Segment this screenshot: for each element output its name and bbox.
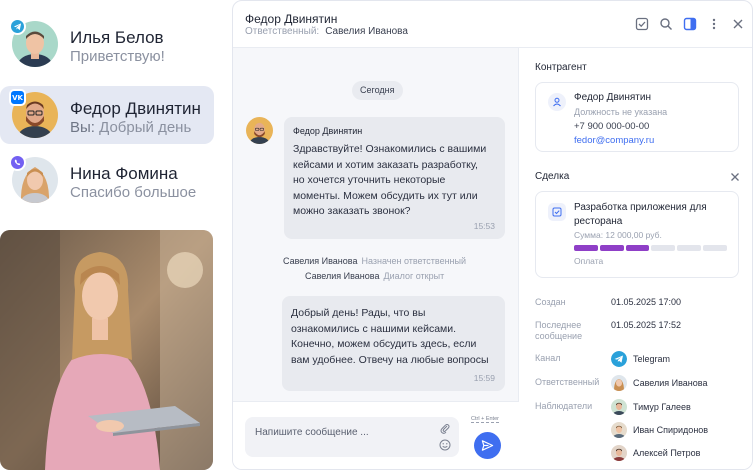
observer-name: Иван Спиридонов [633,425,709,435]
deal-info-panel: Контрагент Федор Двинятин Должность не у… [520,48,752,469]
observer-name: Алексей Петров [633,448,701,458]
outgoing-message[interactable]: Добрый день! Рады, что вы ознакомились с… [282,296,505,391]
stage-segment [625,245,650,251]
stage-segment [651,245,676,251]
header-toolbar [634,16,746,32]
viber-icon [9,154,26,171]
last-message-value: 01.05.2025 17:52 [611,320,682,330]
created-value: 01.05.2025 17:00 [611,297,682,307]
observer-name: Тимур Галеев [633,402,691,412]
last-message-preview: Приветствую! [70,48,165,65]
contractor-phone[interactable]: +7 900 000-00-00 [574,121,649,132]
contractor-card[interactable]: Федор Двинятин Должность не указана +7 9… [535,82,739,152]
send-icon [481,440,494,451]
contact-list: Илья Белов Приветствую! VK Федор Двиняти… [0,0,220,470]
deal-sum: Сумма: 12 000,00 руб. [574,230,662,240]
created-label: Создан [535,297,566,307]
channel-name: Telegram [633,354,671,364]
send-button[interactable] [474,432,501,459]
chat-title: Федор Двинятин [245,12,338,26]
last-message-label: Последнее сообщение [535,320,583,341]
message-area: Сегодня Федор Двинятин Здравствуйте! Озн… [233,48,519,469]
paperclip-icon[interactable] [439,423,451,435]
contact-item-ilya-belov[interactable]: Илья Белов Приветствую! [0,15,214,73]
avatar [611,445,627,461]
contractor-email-link[interactable]: fedor@company.ru [574,135,654,146]
preview-text: Добрый день [99,119,192,136]
event-actor: Савелия Иванова [305,271,380,281]
deal-checklist-icon [548,203,566,221]
sender-avatar [246,117,273,144]
avatar [611,375,627,391]
responsible-name[interactable]: Савелия Иванова [325,26,408,37]
responsible-label: Ответственный [535,377,600,387]
avatar [611,399,627,415]
telegram-icon [611,351,627,367]
close-icon[interactable] [730,16,746,32]
stage-segment [703,245,727,251]
chat-window: Федор Двинятин Ответственный: Савелия Ива… [232,0,753,470]
observer-item[interactable]: Иван Спиридонов [611,422,708,438]
message-input[interactable]: Напишите сообщение ... [245,417,459,457]
event-text: Назначен ответственный [361,256,467,266]
contractor-position: Должность не указана [574,107,668,117]
stage-segment [677,245,702,251]
side-panel-icon[interactable] [682,16,698,32]
channel-label: Канал [535,353,561,363]
last-message-preview: Спасибо большое [70,184,197,201]
observer-item[interactable]: Тимур Галеев [611,399,691,415]
preview-prefix: Вы: [70,119,95,136]
contractor-section-title: Контрагент [535,62,587,73]
observer-item[interactable]: Алексей Петров [611,445,700,461]
observers-label: Наблюдатели [535,401,593,411]
emoji-icon[interactable] [439,439,451,451]
stage-segment [599,245,624,251]
user-icon [548,93,566,111]
chat-header: Федор Двинятин Ответственный: Савелия Ива… [233,1,752,48]
message-text: Здравствуйте! Ознакомились с вашими кейс… [293,143,487,217]
responsible-line: Ответственный: Савелия Иванова [245,26,408,37]
responsible-label: Ответственный: [245,26,320,37]
last-message-preview: Вы: Добрый день [70,119,191,136]
more-vertical-icon[interactable] [706,16,722,32]
message-composer: Напишите сообщение ... Ctrl + Enter [233,401,519,469]
contact-item-nina-fomina[interactable]: Нина Фомина Спасибо большое [0,151,214,209]
contractor-name: Федор Двинятин [574,92,651,103]
deal-card[interactable]: Разработка приложения для ресторана Сумм… [535,191,739,278]
promo-photo [0,230,213,470]
contact-name: Нина Фомина [70,164,178,183]
contact-name: Илья Белов [70,28,164,47]
date-divider: Сегодня [352,81,403,100]
stage-segment [574,245,598,251]
system-event: Савелия Иванова Диалог открыт [305,271,444,281]
contact-name: Федор Двинятин [70,99,201,118]
avatar [611,422,627,438]
message-author: Федор Двинятин [293,126,363,136]
message-time: 15:59 [473,373,495,383]
deal-name: Разработка приложения для ресторана [574,202,707,227]
channel-value: Telegram [611,351,670,367]
event-actor: Савелия Иванова [283,256,358,266]
close-icon[interactable] [729,171,741,183]
responsible-value[interactable]: Савелия Иванова [611,375,707,391]
telegram-icon [9,18,26,35]
task-check-icon[interactable] [634,16,650,32]
contact-item-fedor-dvinyatin[interactable]: VK Федор Двинятин Вы: Добрый день [0,86,214,144]
incoming-message[interactable]: Федор Двинятин Здравствуйте! Ознакомилис… [284,117,505,239]
message-text: Добрый день! Рады, что вы ознакомились с… [291,307,489,366]
message-time: 15:53 [473,221,495,231]
deal-stage: Оплата [574,256,604,266]
message-input-placeholder: Напишите сообщение ... [255,427,369,438]
system-event: Савелия Иванова Назначен ответственный [283,256,466,266]
send-shortcut-hint: Ctrl + Enter [471,416,499,423]
search-icon[interactable] [658,16,674,32]
responsible-name: Савелия Иванова [633,378,708,388]
deal-stage-progress [574,245,727,251]
event-text: Диалог открыт [383,271,445,281]
vk-icon: VK [9,89,26,106]
deal-section-title: Сделка [535,171,570,182]
